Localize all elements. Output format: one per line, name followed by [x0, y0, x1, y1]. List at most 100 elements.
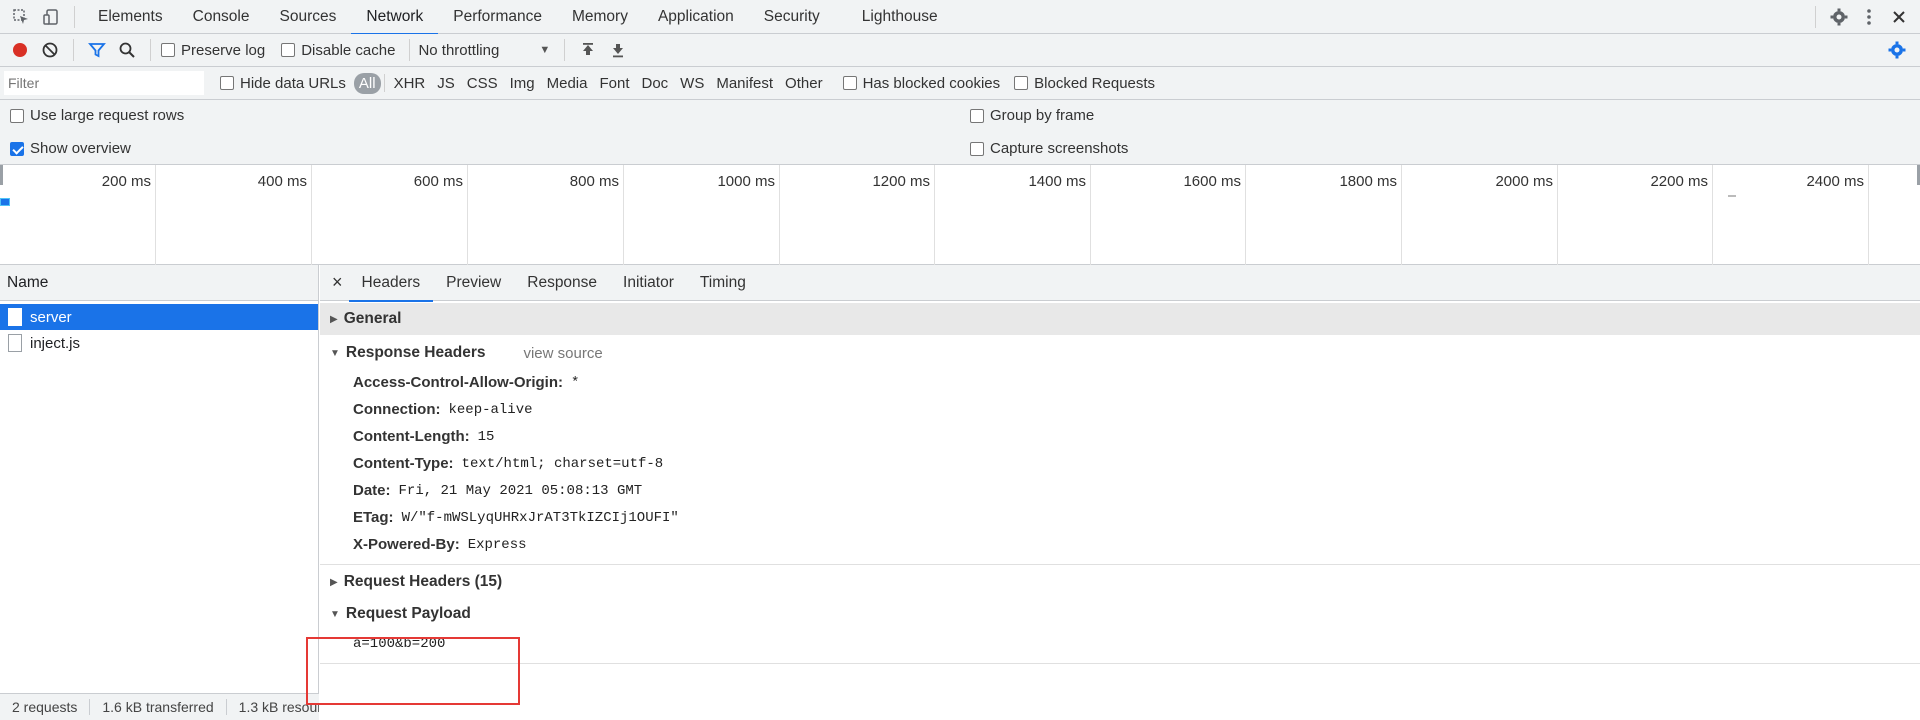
filter-bar: Hide data URLs All XHR JS CSS Img Media …	[0, 67, 1920, 100]
import-har-icon[interactable]	[573, 35, 603, 65]
toolbar-separator	[564, 39, 566, 61]
checkbox-box[interactable]	[161, 43, 175, 57]
tab-security[interactable]: Security	[749, 0, 835, 34]
close-devtools-icon[interactable]	[1884, 2, 1914, 32]
devtools-tab-bar: Elements Console Sources Network Perform…	[0, 0, 1920, 35]
throttling-select[interactable]: No throttling ▼	[418, 42, 550, 59]
expand-triangle-icon: ▶	[330, 576, 338, 588]
request-name: inject.js	[30, 334, 81, 352]
settings-gear-icon[interactable]	[1824, 2, 1854, 32]
request-count: 2 requests	[0, 699, 91, 715]
script-file-icon	[8, 334, 22, 352]
tab-network[interactable]: Network	[351, 0, 439, 35]
request-headers-section-header[interactable]: ▶ Request Headers (15)	[320, 566, 1920, 598]
tab-timing[interactable]: Timing	[687, 265, 759, 301]
tab-memory[interactable]: Memory	[557, 0, 643, 34]
request-row[interactable]: inject.js	[0, 330, 318, 356]
preserve-log-label: Preserve log	[181, 41, 266, 59]
show-overview-checkbox[interactable]: Show overview	[10, 140, 131, 157]
header-key: X-Powered-By:	[353, 536, 460, 553]
name-column-header[interactable]: Name	[0, 265, 318, 301]
disable-cache-checkbox[interactable]: Disable cache	[281, 42, 395, 59]
highlight-annotation-box	[306, 637, 520, 705]
network-status-bar: 2 requests 1.6 kB transferred 1.3 kB res…	[0, 693, 319, 720]
header-key: ETag:	[353, 509, 394, 526]
response-headers-section-header[interactable]: ▼ Response Headers view source	[320, 337, 1920, 369]
group-by-frame-checkbox[interactable]: Group by frame	[970, 107, 1094, 124]
has-blocked-cookies-checkbox[interactable]: Has blocked cookies	[842, 75, 1000, 92]
tab-initiator[interactable]: Initiator	[610, 265, 687, 301]
checkbox-box[interactable]	[970, 141, 984, 156]
checkbox-box[interactable]	[970, 108, 984, 123]
checkbox-box[interactable]	[10, 108, 24, 123]
filter-input[interactable]	[4, 71, 204, 95]
checkbox-box[interactable]	[281, 43, 296, 57]
tab-performance[interactable]: Performance	[438, 0, 557, 34]
request-payload-section-header[interactable]: ▼ Request Payload	[320, 598, 1920, 630]
general-section-header[interactable]: ▶ General	[320, 303, 1920, 335]
tab-headers[interactable]: Headers	[348, 265, 434, 302]
export-har-icon[interactable]	[603, 35, 633, 65]
request-name: server	[30, 308, 72, 326]
tab-application[interactable]: Application	[643, 0, 749, 34]
hide-data-urls-label: Hide data URLs	[240, 74, 346, 92]
capture-screenshots-label: Capture screenshots	[990, 140, 1129, 157]
view-source-link[interactable]: view source	[523, 345, 602, 362]
blocked-requests-label: Blocked Requests	[1034, 74, 1156, 92]
checkbox-box[interactable]	[842, 76, 857, 90]
request-row[interactable]: server	[0, 304, 318, 330]
clear-icon[interactable]	[35, 35, 65, 65]
type-filter-ws[interactable]: WS	[674, 75, 710, 92]
checkbox-box[interactable]	[1014, 76, 1029, 90]
type-filter-all[interactable]: All	[353, 72, 381, 94]
checkbox-box-checked[interactable]	[10, 141, 24, 156]
close-details-icon[interactable]: ×	[320, 272, 349, 293]
toolbar-separator	[73, 39, 74, 61]
type-filter-css[interactable]: CSS	[461, 75, 504, 92]
blocked-requests-checkbox[interactable]: Blocked Requests	[1014, 75, 1155, 92]
record-icon[interactable]	[5, 35, 35, 65]
overview-tick: 600 ms	[312, 165, 468, 265]
network-overview[interactable]: 200 ms 400 ms 600 ms 800 ms 1000 ms 1200…	[0, 165, 1920, 265]
tick-label: 1000 ms	[717, 173, 775, 190]
payload-row: a=100&b=200	[320, 630, 1920, 657]
header-key: Content-Length:	[353, 428, 470, 445]
tab-elements[interactable]: Elements	[83, 0, 178, 34]
type-filter-js[interactable]: JS	[431, 75, 461, 92]
type-filter-xhr[interactable]: XHR	[388, 75, 432, 92]
type-filter-media[interactable]: Media	[541, 75, 594, 92]
toolbar-separator	[1815, 5, 1816, 28]
capture-screenshots-checkbox[interactable]: Capture screenshots	[970, 140, 1128, 157]
tab-response[interactable]: Response	[514, 265, 610, 301]
toolbar-separator	[150, 39, 151, 61]
toolbar-separator	[409, 39, 411, 61]
tab-console[interactable]: Console	[178, 0, 265, 34]
search-icon[interactable]	[112, 35, 142, 65]
filter-icon[interactable]	[82, 35, 112, 65]
type-filter-img[interactable]: Img	[504, 75, 541, 92]
transferred-size: 1.6 kB transferred	[90, 699, 227, 715]
network-settings-gear-icon[interactable]	[1882, 35, 1912, 65]
tick-label: 1600 ms	[1183, 173, 1241, 190]
more-options-icon[interactable]	[1854, 2, 1884, 32]
type-filter-other[interactable]: Other	[779, 75, 829, 92]
tab-sources[interactable]: Sources	[265, 0, 352, 34]
preserve-log-checkbox[interactable]: Preserve log	[161, 42, 265, 59]
tab-lighthouse[interactable]: Lighthouse	[847, 0, 953, 34]
header-value: text/html; charset=utf-8	[461, 455, 664, 472]
hide-data-urls-checkbox[interactable]: Hide data URLs	[220, 75, 346, 92]
large-request-rows-label: Use large request rows	[30, 107, 185, 124]
tick-label: 200 ms	[101, 173, 151, 190]
checkbox-box[interactable]	[220, 76, 234, 90]
type-filter-doc[interactable]: Doc	[635, 75, 674, 92]
inspect-element-icon[interactable]	[6, 2, 36, 32]
toolbar-separator	[383, 74, 385, 92]
section-divider	[320, 663, 1920, 664]
device-toolbar-icon[interactable]	[36, 2, 66, 32]
large-request-rows-checkbox[interactable]: Use large request rows	[10, 107, 184, 124]
header-key: Date:	[353, 482, 391, 499]
type-filter-manifest[interactable]: Manifest	[710, 75, 779, 92]
tab-preview[interactable]: Preview	[433, 265, 514, 301]
header-value: W/"f-mWSLyqUHRxJrAT3TkIZCIj1OUFI"	[401, 509, 679, 526]
type-filter-font[interactable]: Font	[593, 75, 635, 92]
